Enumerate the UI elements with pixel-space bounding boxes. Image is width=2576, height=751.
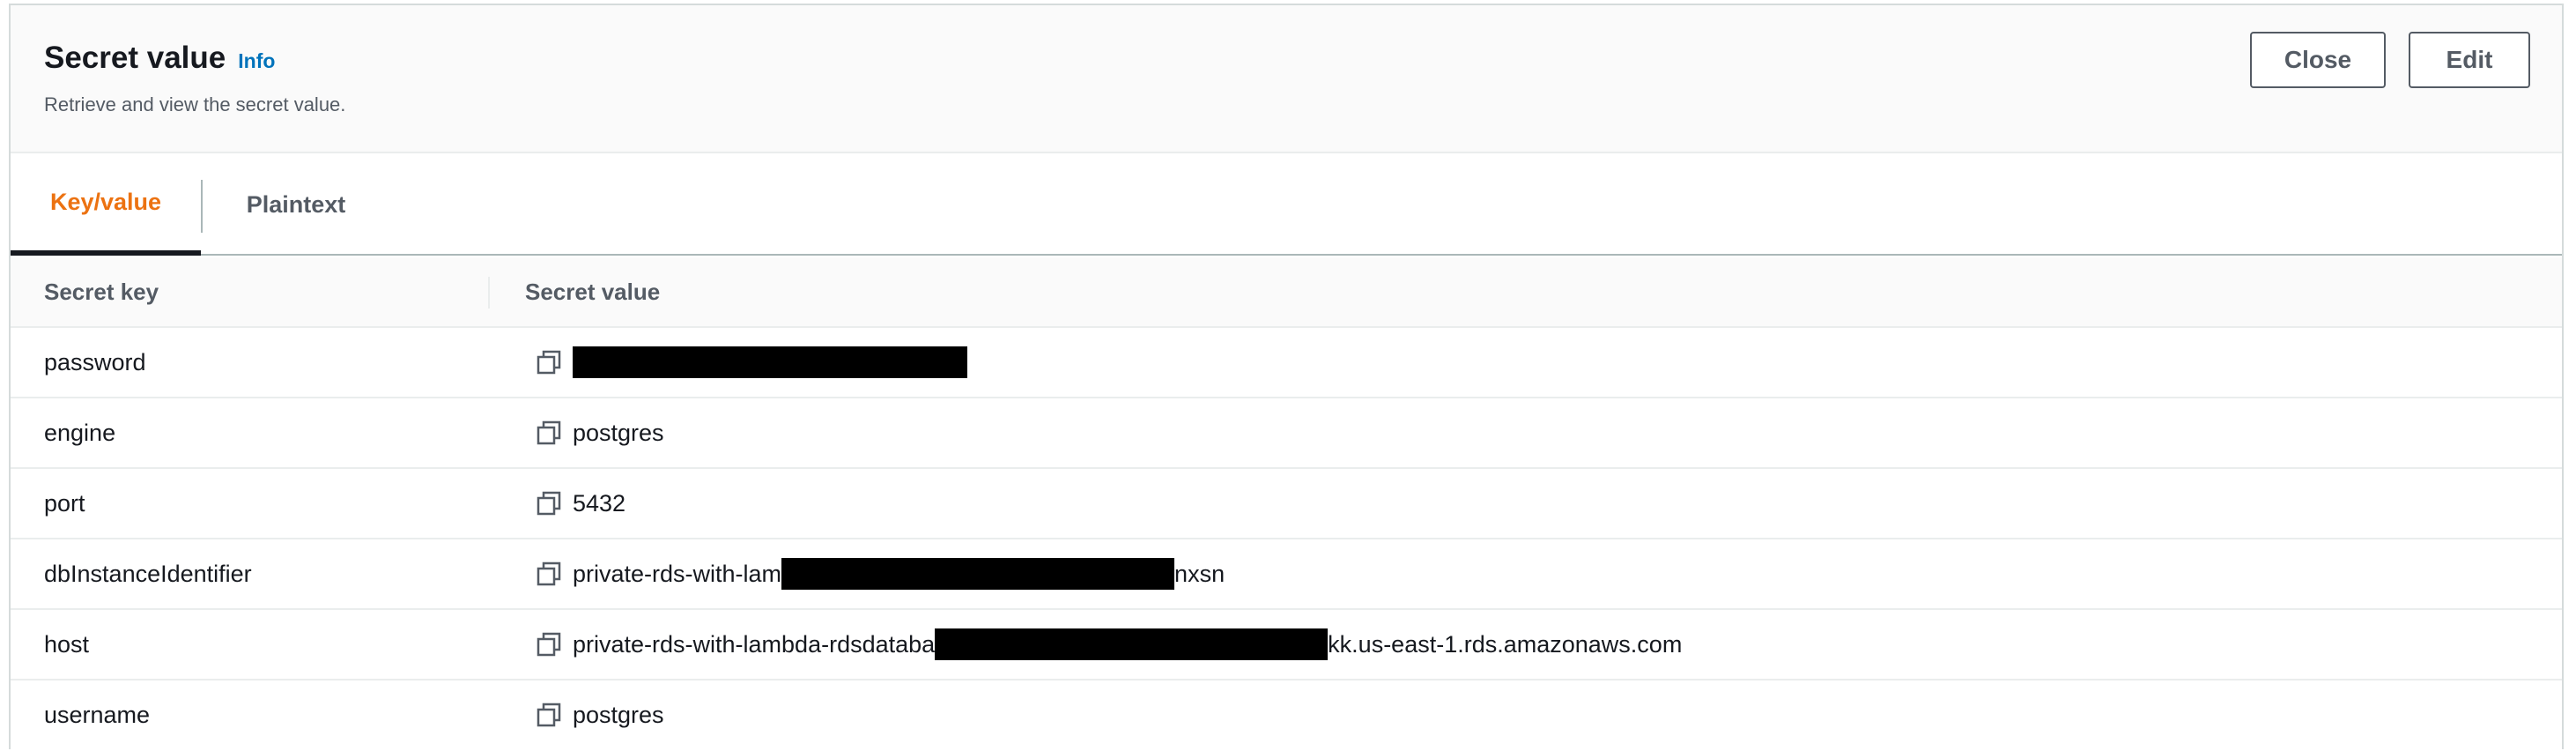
secret-key-cell: dbInstanceIdentifier [44,560,252,587]
secret-key-cell: password [44,348,146,376]
copy-icon[interactable] [536,631,562,658]
table-row: engine postgres [11,398,2562,469]
column-header-secret-value: Secret value [525,278,661,305]
secret-value-cell: postgres [536,398,664,467]
column-divider [488,277,490,309]
title-row: Secret value Info [44,41,275,76]
close-button[interactable]: Close [2250,32,2386,88]
secret-value-suffix: kk.us-east-1.rds.amazonaws.com [1328,630,1683,658]
table-row: port 5432 [11,469,2562,539]
secret-key-cell: port [44,489,85,517]
secret-value-text: private-rds-with-lambda-rdsdataba [573,630,936,658]
table-row: password [11,328,2562,398]
copy-icon[interactable] [536,702,562,728]
redaction-block [781,558,1175,590]
tab-divider [201,180,203,233]
secret-table: Secret key Secret value password engine [11,257,2562,751]
column-header-secret-key: Secret key [44,278,159,305]
secret-key-cell: username [44,701,151,728]
secret-value-text: postgres [573,701,664,728]
tab-plaintext[interactable]: Plaintext [215,153,377,256]
secret-value-text: 5432 [573,489,626,517]
table-row: dbInstanceIdentifier private-rds-with-la… [11,539,2562,610]
secret-value-cell: private-rds-with-lambda-rdsdataba kk.us-… [536,610,1682,679]
secret-value-text: private-rds-with-lam [573,560,782,587]
copy-icon[interactable] [536,420,562,446]
copy-icon[interactable] [536,349,562,376]
edit-button[interactable]: Edit [2409,32,2530,88]
copy-icon[interactable] [536,490,562,517]
tab-bar: Key/value Plaintext [11,153,2562,256]
panel-header: Secret value Info Retrieve and view the … [11,5,2562,153]
redaction-block [935,628,1329,660]
secret-value-suffix: nxsn [1174,560,1225,587]
table-header: Secret key Secret value [11,257,2562,328]
secret-value-text: postgres [573,419,664,446]
secret-value-cell: 5432 [536,469,625,538]
secret-value-panel: Secret value Info Retrieve and view the … [9,4,2564,749]
page-title: Secret value [44,41,226,75]
info-link[interactable]: Info [238,49,275,73]
table-row: username postgres [11,680,2562,751]
secret-key-cell: engine [44,419,116,446]
secret-key-cell: host [44,630,90,658]
secret-value-cell: postgres [536,680,664,749]
secret-value-cell: private-rds-with-lam nxsn [536,539,1225,608]
copy-icon[interactable] [536,561,562,587]
tab-key-value[interactable]: Key/value [11,153,201,256]
redaction-block [573,346,967,378]
table-row: host private-rds-with-lambda-rdsdataba k… [11,610,2562,680]
secret-value-cell [536,328,967,397]
page-description: Retrieve and view the secret value. [44,93,346,115]
